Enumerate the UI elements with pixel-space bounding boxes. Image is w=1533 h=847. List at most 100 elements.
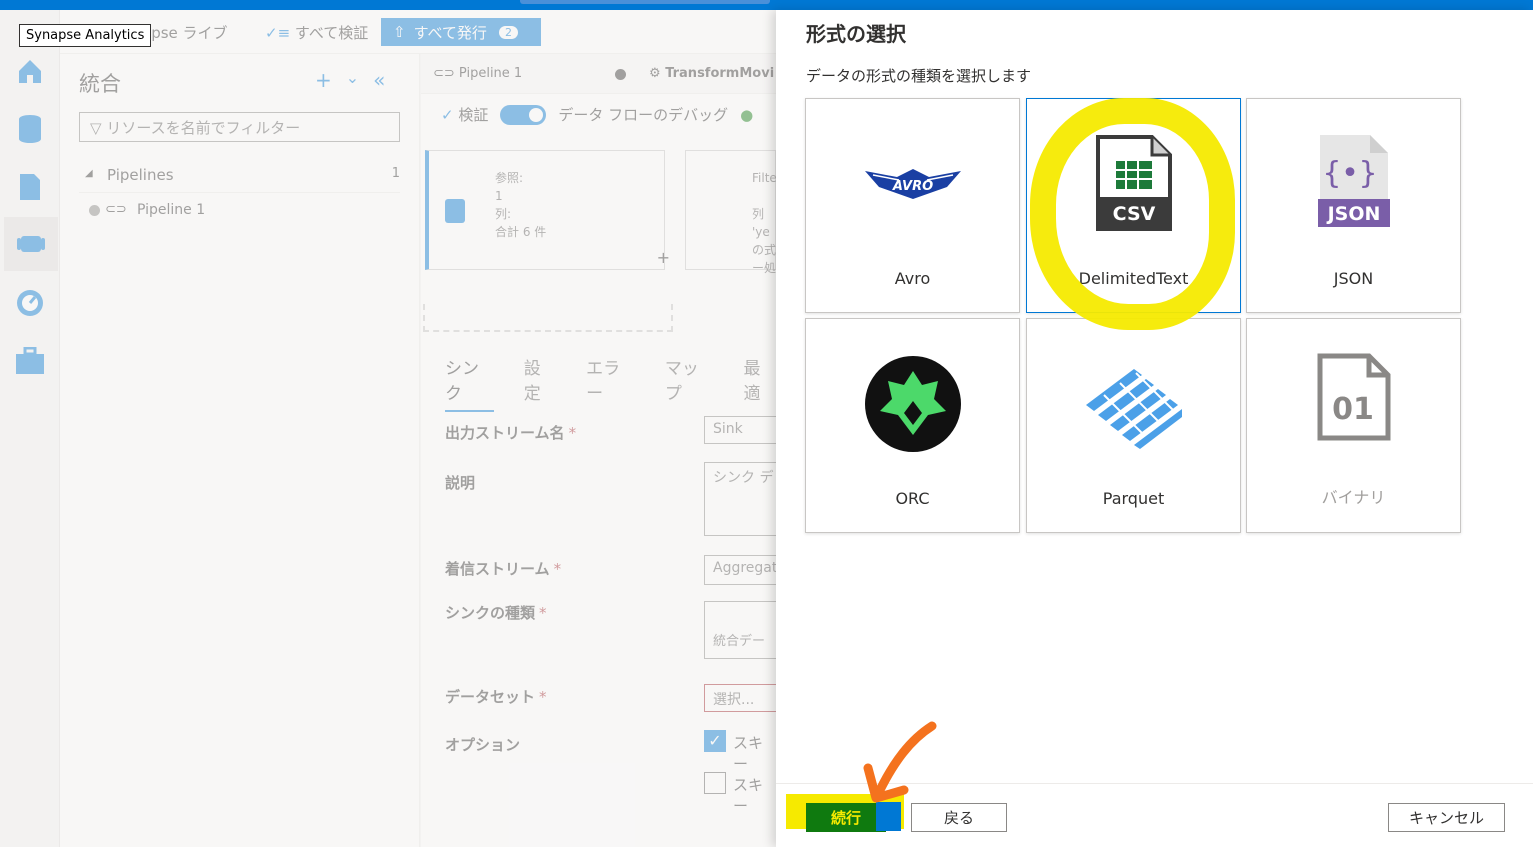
format-tile-delimitedtext[interactable]: CSV DelimitedText — [1026, 98, 1241, 313]
json-braces: {•} — [1322, 156, 1376, 191]
output-name-text: 出力ストリーム名 — [445, 424, 565, 442]
tab-mapping[interactable]: マップ — [665, 354, 714, 412]
collapse-all-icon[interactable]: ⌄ — [346, 68, 359, 92]
format-tile-parquet[interactable]: Parquet — [1026, 318, 1241, 533]
format-label-avro: Avro — [894, 269, 931, 288]
monitor-icon[interactable] — [14, 287, 46, 319]
continue-button-edge — [876, 802, 901, 831]
manage-icon[interactable] — [14, 345, 46, 377]
binary-icon-text: 01 — [1332, 392, 1374, 427]
validate-all-label: すべて検証 — [294, 24, 369, 42]
pipeline-tab-icon: ⊂⊃ — [433, 66, 459, 81]
incoming-stream-select[interactable]: Aggregat — [704, 555, 784, 585]
required-mark: * — [568, 424, 577, 442]
node-ref-label: 参照: — [495, 171, 524, 185]
tab-settings[interactable]: 設定 — [524, 354, 556, 412]
orc-icon — [864, 355, 962, 457]
required-mark: * — [539, 688, 547, 706]
tooltip: Synapse Analytics — [19, 24, 152, 47]
left-nav-rail — [0, 10, 60, 847]
validate-schema-label: スキー — [733, 776, 764, 815]
check-icon: ✓ — [441, 106, 459, 124]
format-label-binary: バイナリ — [1321, 488, 1386, 507]
validate-schema-checkbox[interactable] — [704, 772, 726, 794]
tab-sink[interactable]: シンク — [445, 354, 494, 412]
integrate-icon[interactable] — [4, 217, 58, 271]
title-bar-search — [520, 0, 770, 4]
pipeline-item[interactable]: ⊂⊃ Pipeline 1 — [89, 202, 205, 218]
dataset-label: データセット * — [445, 686, 547, 707]
publish-all-button[interactable]: ⇧ すべて発行 2 — [381, 18, 541, 46]
schema-drift-label: スキー — [733, 734, 764, 773]
debug-toggle[interactable] — [500, 104, 547, 125]
unsaved-dot-icon — [615, 69, 626, 80]
panel-footer: 続行 戻る キャンセル — [776, 783, 1533, 847]
dataset-select[interactable]: 選択... — [704, 684, 784, 712]
pipeline-item-label: Pipeline 1 — [137, 202, 206, 218]
tab-pipeline1[interactable]: ⊂⊃ Pipeline 1 — [433, 66, 522, 81]
filter-node-line2: の式 — [752, 243, 777, 257]
sink-type-text: シンクの種類 — [445, 604, 536, 622]
validate-label: 検証 — [458, 106, 489, 124]
format-tile-binary: 01 バイナリ — [1246, 318, 1461, 533]
output-name-input[interactable]: Sink — [704, 416, 784, 444]
publish-count-badge: 2 — [498, 25, 518, 39]
panel-title: 形式の選択 — [806, 22, 906, 46]
validate-all-button[interactable]: ✓≡ すべて検証 — [265, 22, 368, 43]
source-node[interactable]: 参照: 1 列: 合計 6 件 + — [425, 150, 670, 270]
binary-icon: 01 — [1317, 353, 1391, 445]
tab-optimize[interactable]: 最適 — [744, 354, 776, 412]
tab-transform[interactable]: ⚙ TransformMovi — [649, 66, 774, 81]
format-label-orc: ORC — [895, 489, 930, 508]
schema-drift-checkbox[interactable]: ✓ — [704, 730, 726, 752]
parquet-icon — [1084, 365, 1184, 453]
format-tile-avro[interactable]: AVRO Avro — [805, 98, 1020, 313]
sink-placeholder — [423, 304, 673, 332]
cancel-button[interactable]: キャンセル — [1388, 803, 1505, 832]
options-label: オプション — [445, 736, 521, 754]
description-input[interactable]: シンク デ — [704, 462, 784, 536]
node-ref-value: 1 — [495, 189, 503, 203]
pipeline-icon: ⊂⊃ — [105, 202, 127, 217]
resource-filter-input[interactable]: ▽ リソースを名前でフィルター — [79, 112, 400, 142]
validate-icon: ✓≡ — [265, 24, 295, 42]
tab-pipeline1-label: Pipeline 1 — [458, 66, 523, 81]
settings-tabs: シンク 設定 エラー マップ 最適 — [445, 354, 776, 412]
dataflow-tab-icon: ⚙ — [649, 66, 666, 81]
add-icon[interactable]: + — [315, 68, 332, 92]
add-transform-icon[interactable]: + — [657, 248, 670, 267]
filter-node[interactable]: Filte 列 'ye の式 ー処 — [685, 150, 777, 275]
description-label: 説明 — [445, 474, 476, 492]
dataset-text: データセット — [445, 688, 536, 706]
collapse-panel-icon[interactable]: « — [373, 68, 385, 92]
home-icon[interactable] — [14, 55, 46, 87]
develop-icon[interactable] — [14, 171, 46, 203]
incoming-stream-text: 着信ストリーム — [445, 560, 550, 578]
editor-tabs: ⊂⊃ Pipeline 1 ⚙ TransformMovi — [421, 54, 776, 94]
format-label-delimitedtext: DelimitedText — [1078, 269, 1189, 288]
authoring-canvas: ⊂⊃ Pipeline 1 ⚙ TransformMovi ✓ 検証 データ フ… — [421, 54, 784, 847]
pipelines-group[interactable]: ◢ Pipelines 1 — [79, 162, 400, 193]
data-icon[interactable] — [14, 113, 46, 145]
expand-icon: ◢ — [85, 168, 93, 179]
pipelines-group-label: Pipelines — [107, 166, 174, 184]
debug-status-icon: ● — [740, 105, 754, 124]
filter-node-title: Filte — [752, 171, 777, 185]
csv-icon: CSV — [1095, 135, 1172, 235]
required-mark: * — [553, 560, 562, 578]
format-tile-json[interactable]: {•} JSON JSON — [1246, 98, 1461, 313]
output-name-label: 出力ストリーム名 * — [445, 422, 576, 443]
filter-node-line3: ー処 — [752, 261, 777, 275]
validate-button[interactable]: ✓ 検証 — [441, 104, 488, 125]
tab-transform-label: TransformMovi — [665, 66, 775, 81]
sink-type-option[interactable]: 統合デー — [704, 601, 784, 659]
library-menu[interactable]: apse ライブ — [142, 22, 228, 43]
tab-errors[interactable]: エラー — [586, 354, 635, 412]
format-label-json: JSON — [1333, 269, 1374, 288]
csv-icon-text: CSV — [1112, 203, 1155, 225]
continue-button[interactable]: 続行 — [806, 803, 886, 832]
format-tile-orc[interactable]: ORC — [805, 318, 1020, 533]
background-workspace: apse ライブ ✓≡ すべて検証 ⇧ すべて発行 2 統合 + ⌄ « ▽ リ… — [0, 10, 784, 847]
format-selection-panel: 形式の選択 データの形式の種類を選択します AVRO Avro CSV Deli… — [776, 10, 1533, 847]
back-button[interactable]: 戻る — [911, 803, 1007, 832]
